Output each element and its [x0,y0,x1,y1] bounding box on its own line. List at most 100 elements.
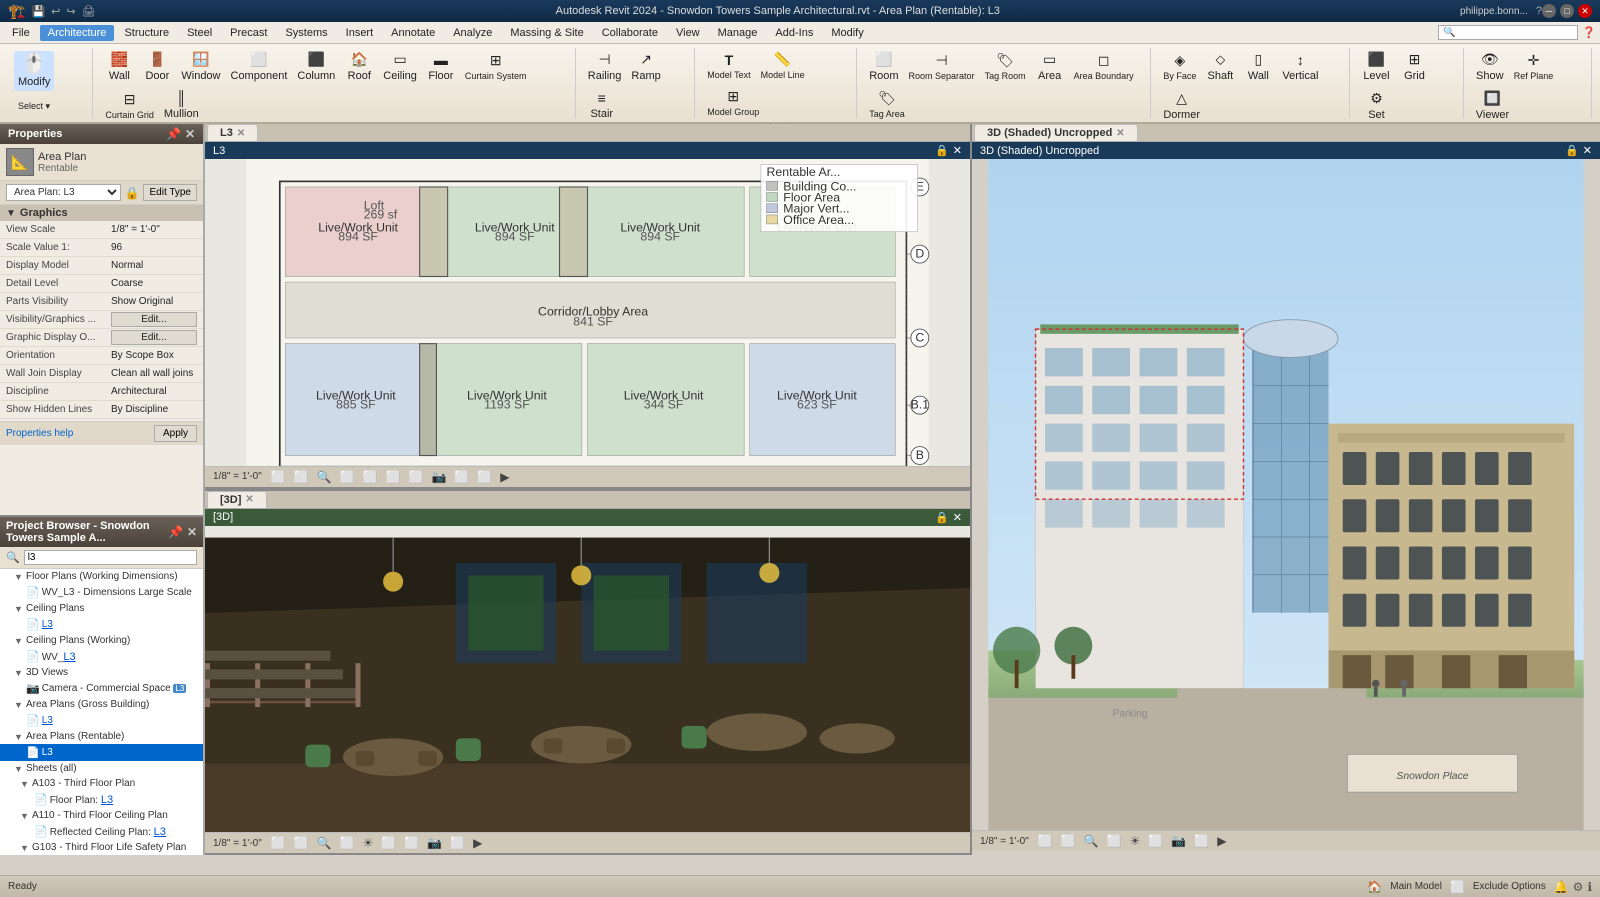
3d-view-crop-btn[interactable]: ⬜ [401,835,422,851]
ribbon-btn-floor[interactable]: ▬ Floor [423,49,459,85]
view-more-btn[interactable]: ▶ [497,469,512,485]
tab-3d-shaded[interactable]: 3D (Shaded) Uncropped ✕ [974,124,1138,141]
view-crop-btn[interactable]: ⬜ [360,469,381,485]
ribbon-btn-component[interactable]: ⬜ Component [227,48,292,85]
browser-search-input[interactable] [24,550,197,565]
menu-massing[interactable]: Massing & Site [502,25,591,41]
ribbon-btn-tag-area[interactable]: 🏷 Tag Area [865,87,909,122]
tree-item-sheets[interactable]: ▼ Sheets (all) [0,761,203,776]
menu-systems[interactable]: Systems [277,25,335,41]
minimize-button[interactable]: ─ [1542,4,1556,18]
tree-item-ceiling-plans-working[interactable]: ▼ Ceiling Plans (Working) [0,633,203,648]
apply-button[interactable]: Apply [154,425,197,442]
ribbon-btn-model-line[interactable]: 📏 Model Line [757,48,809,83]
tab-3d[interactable]: [3D] ✕ [207,491,267,508]
ribbon-btn-grid[interactable]: ⊞ Grid [1396,48,1432,85]
undo-icon[interactable]: ↩ [51,5,60,18]
right-view-walk-btn[interactable]: ⬜ [1191,833,1212,849]
instance-select[interactable]: Area Plan: L3 [6,184,121,201]
view-prop-btn[interactable]: ⬜ [268,469,289,485]
view-fly-btn[interactable]: ⬜ [474,469,495,485]
view-lock-btn[interactable]: ⬜ [291,469,312,485]
menu-file[interactable]: File [4,25,38,41]
menu-steel[interactable]: Steel [179,25,220,41]
menu-collaborate[interactable]: Collaborate [594,25,666,41]
ribbon-btn-set[interactable]: ⚙ Set [1358,87,1394,124]
tree-item-wv-l3-dimensions[interactable]: 📄 WV_L3 - Dimensions Large Scale [0,584,203,601]
right-view-prop-btn[interactable]: ⬜ [1035,833,1056,849]
ribbon-btn-shaft[interactable]: ⬦ Shaft [1202,48,1238,85]
ribbon-btn-window[interactable]: 🪟 Window [177,48,224,85]
3d-exterior-content[interactable]: Snowdon Place Parking [972,159,1600,830]
tree-item-area-plans-gross[interactable]: ▼ Area Plans (Gross Building) [0,697,203,712]
print-icon[interactable]: 🖨 [82,5,96,18]
floor-plan-content[interactable]: Live/Work Unit 894 SF Live/Work Unit 894… [205,159,970,484]
ribbon-btn-level[interactable]: ⬛ Level [1358,48,1394,85]
ribbon-btn-model-text[interactable]: T Model Text [703,49,754,83]
ribbon-btn-by-face[interactable]: ◈ By Face [1159,49,1200,84]
properties-pin-icon[interactable]: 📌 [166,127,181,141]
right-view-camera-btn[interactable]: 📷 [1168,833,1189,849]
graphic-display-btn[interactable]: Edit... [111,330,197,345]
tree-item-area-rentable-l3[interactable]: 📄 L3 [0,744,203,761]
3d-view-lock-btn[interactable]: ⬜ [291,835,312,851]
ribbon-btn-modify[interactable]: 🖱️ Modify [14,51,54,91]
menu-precast[interactable]: Precast [222,25,275,41]
help-btn[interactable]: ❓ [1582,26,1596,39]
tree-item-camera-commercial[interactable]: 📷 Camera - Commercial Space L3 [0,680,203,697]
3d-view-region-btn[interactable]: ⬜ [337,835,358,851]
global-search-input[interactable] [1438,25,1578,40]
view-walk-btn[interactable]: ⬜ [451,469,472,485]
ribbon-btn-room[interactable]: ⬜ Room [865,48,902,85]
tree-item-area-plans-rentable[interactable]: ▼ Area Plans (Rentable) [0,729,203,744]
ribbon-btn-curtain-grid[interactable]: ⊟ Curtain Grid [101,88,158,123]
menu-annotate[interactable]: Annotate [383,25,443,41]
tree-item-ceiling-plans[interactable]: ▼ Ceiling Plans [0,601,203,616]
visibility-graphics-btn[interactable]: Edit... [111,312,197,327]
menu-structure[interactable]: Structure [116,25,177,41]
window-controls[interactable]: ─ □ ✕ [1542,4,1592,18]
properties-help-link[interactable]: Properties help [6,428,154,439]
tab-l3-close[interactable]: ✕ [237,128,245,139]
3d-view-prop-btn[interactable]: ⬜ [268,835,289,851]
tab-l3[interactable]: L3 ✕ [207,124,258,141]
tree-item-a110[interactable]: ▼ A110 - Third Floor Ceiling Plan [0,808,203,823]
ribbon-btn-area[interactable]: ▭ Area [1032,48,1068,85]
ribbon-btn-column[interactable]: ⬛ Column [293,48,339,85]
tree-item-floor-plan-l3[interactable]: 📄 Floor Plan: L3 [0,791,203,808]
view-ray-btn[interactable]: ⬜ [383,469,404,485]
ribbon-btn-viewer[interactable]: 🔲 Viewer [1472,87,1513,124]
ribbon-btn-area-boundary[interactable]: ◻ Area Boundary [1070,49,1138,84]
menu-analyze[interactable]: Analyze [445,25,500,41]
tree-item-g103[interactable]: ▼ G103 - Third Floor Life Safety Plan [0,840,203,855]
3d-view-walk-btn[interactable]: ⬜ [447,835,468,851]
ribbon-btn-dormer[interactable]: △ Dormer [1159,87,1204,124]
status-info-icon[interactable]: ℹ [1587,880,1592,894]
right-view-region-btn[interactable]: ⬜ [1104,833,1125,849]
edit-type-button[interactable]: Edit Type [143,184,197,201]
ribbon-btn-ramp[interactable]: ↗ Ramp [627,48,664,85]
tree-item-wv-l3[interactable]: 📄 WV_L3 [0,648,203,665]
status-notification-icon[interactable]: 🔔 [1554,880,1569,894]
3d-view-shadow-btn[interactable]: ⬜ [378,835,399,851]
ribbon-btn-mullion[interactable]: ║ Mullion [160,87,203,123]
3d-view-sun-btn[interactable]: ☀ [360,835,377,851]
tree-item-area-gross-l3[interactable]: 📄 L3 [0,712,203,729]
menu-architecture[interactable]: Architecture [40,25,115,41]
menu-view[interactable]: View [668,25,708,41]
3d-view-zoom-btn[interactable]: 🔍 [314,835,335,851]
menu-insert[interactable]: Insert [338,25,382,41]
right-view-sun-btn[interactable]: ☀ [1127,833,1144,849]
browser-close-icon[interactable]: ✕ [187,525,197,539]
ribbon-btn-model-group[interactable]: ⊞ Model Group [703,85,763,120]
ribbon-btn-ceiling[interactable]: ▭ Ceiling [379,48,421,85]
tree-item-ceiling-l3[interactable]: 📄 L3 [0,616,203,633]
tab-3d-close[interactable]: ✕ [245,494,253,505]
tree-item-reflected-ceiling[interactable]: 📄 Reflected Ceiling Plan: L3 [0,823,203,840]
save-icon[interactable]: 💾 [31,5,45,18]
redo-icon[interactable]: ↪ [66,5,75,18]
ribbon-btn-door[interactable]: 🚪 Door [139,48,175,85]
browser-pin-icon[interactable]: 📌 [168,525,183,539]
view-light-btn[interactable]: ⬜ [405,469,426,485]
status-settings-icon[interactable]: ⚙ [1573,880,1584,894]
